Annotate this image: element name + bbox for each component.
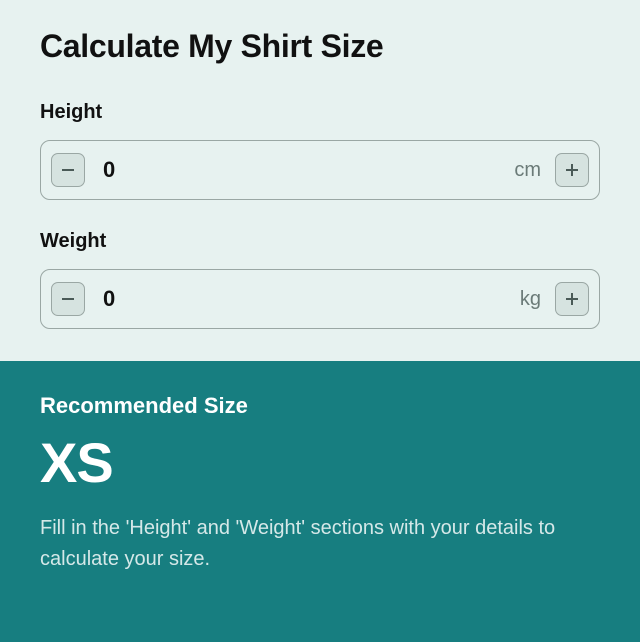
height-decrement-button[interactable] <box>51 153 85 187</box>
recommended-size-label: Recommended Size <box>40 393 600 419</box>
page-title: Calculate My Shirt Size <box>40 28 600 65</box>
weight-decrement-button[interactable] <box>51 282 85 316</box>
input-section: Calculate My Shirt Size Height 0 cm Weig… <box>0 0 640 361</box>
plus-icon <box>565 163 579 177</box>
minus-icon <box>61 163 75 177</box>
weight-field-group: Weight 0 kg <box>40 230 600 329</box>
height-field-group: Height 0 cm <box>40 101 600 200</box>
height-value[interactable]: 0 <box>85 157 510 183</box>
weight-value[interactable]: 0 <box>85 286 516 312</box>
recommended-size-value: XS <box>40 435 600 491</box>
height-label: Height <box>40 101 600 124</box>
weight-stepper[interactable]: 0 kg <box>40 269 600 329</box>
weight-increment-button[interactable] <box>555 282 589 316</box>
minus-icon <box>61 292 75 306</box>
height-increment-button[interactable] <box>555 153 589 187</box>
result-section: Recommended Size XS Fill in the 'Height'… <box>0 361 640 642</box>
plus-icon <box>565 292 579 306</box>
height-stepper[interactable]: 0 cm <box>40 140 600 200</box>
shirt-size-calculator: Calculate My Shirt Size Height 0 cm Weig… <box>0 0 640 642</box>
recommended-size-hint: Fill in the 'Height' and 'Weight' sectio… <box>40 513 600 575</box>
weight-unit: kg <box>516 288 555 311</box>
weight-label: Weight <box>40 230 600 253</box>
height-unit: cm <box>510 159 555 182</box>
